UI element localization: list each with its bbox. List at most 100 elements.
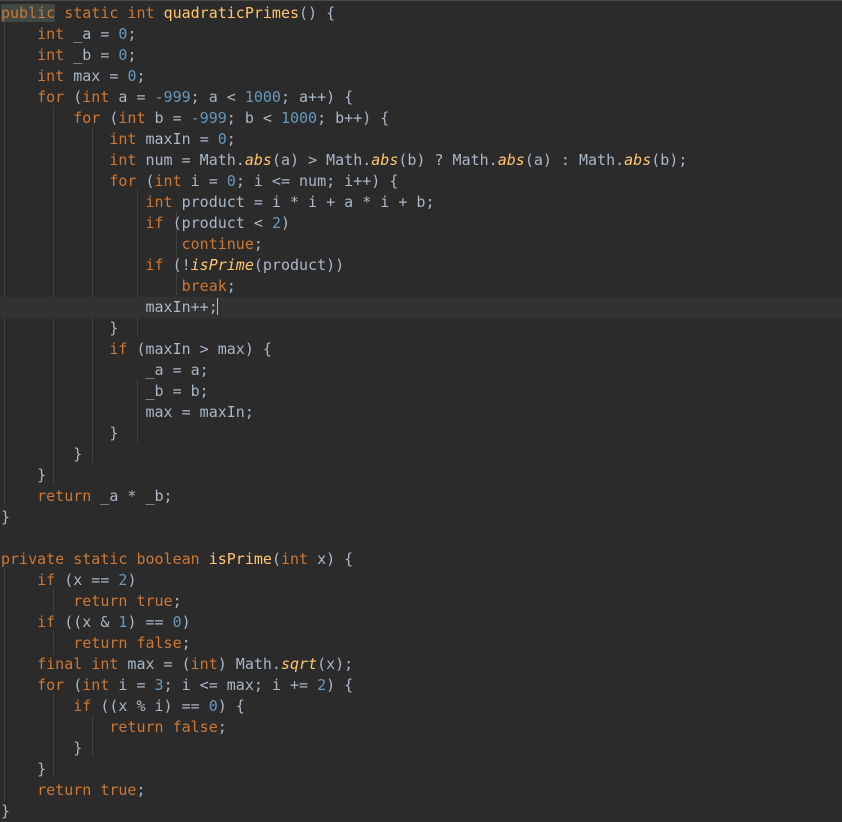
code-token: (a) : Math.: [524, 151, 625, 169]
selected-token: public: [1, 4, 56, 22]
code-token: ((x % i) ==: [91, 697, 209, 715]
code-line[interactable]: private static boolean isPrime(int x) {: [0, 549, 842, 570]
code-token: ;: [136, 781, 146, 799]
code-line[interactable]: }: [0, 423, 842, 444]
code-line[interactable]: }: [0, 738, 842, 759]
code-line[interactable]: _a = a;: [0, 360, 842, 381]
code-token: ;: [226, 277, 236, 295]
text-caret: [216, 298, 218, 315]
code-line[interactable]: for (int b = -999; b < 1000; b++) {: [0, 108, 842, 129]
code-token: _a = a;: [1, 361, 209, 379]
code-line[interactable]: return false;: [0, 633, 842, 654]
code-token: ; a++) {: [280, 88, 354, 106]
code-line[interactable]: if (x == 2): [0, 570, 842, 591]
code-line[interactable]: for (int i = 0; i <= num; i++) {: [0, 171, 842, 192]
code-token: isPrime: [208, 550, 272, 568]
code-token: }: [1, 760, 47, 778]
code-line[interactable]: int maxIn = 0;: [0, 129, 842, 150]
code-token: false: [172, 718, 218, 736]
code-line[interactable]: }: [0, 465, 842, 486]
code-token: maxIn: [136, 130, 200, 148]
code-token: false: [136, 634, 182, 652]
code-line[interactable]: if (maxIn > max) {: [0, 339, 842, 360]
code-token: ;: [136, 67, 146, 85]
code-token: ;: [181, 634, 191, 652]
code-line[interactable]: int product = i * i + a * i + b;: [0, 192, 842, 213]
code-token: (b);: [651, 151, 688, 169]
code-line[interactable]: }: [0, 318, 842, 339]
code-line[interactable]: return false;: [0, 717, 842, 738]
code-token: _b = b;: [1, 382, 209, 400]
code-token: (x ==: [55, 571, 119, 589]
code-line[interactable]: for (int a = -999; a < 1000; a++) {: [0, 87, 842, 108]
code-line[interactable]: if ((x % i) == 0) {: [0, 696, 842, 717]
code-line[interactable]: for (int i = 3; i <= max; i += 2) {: [0, 675, 842, 696]
code-editor[interactable]: public static int quadraticPrimes() { in…: [0, 0, 842, 822]
code-token: =: [109, 67, 128, 85]
code-line[interactable]: if (!isPrime(product)): [0, 255, 842, 276]
code-token: 0: [226, 172, 236, 190]
code-line[interactable]: break;: [0, 276, 842, 297]
code-line[interactable]: int _b = 0;: [0, 45, 842, 66]
code-token: int: [109, 151, 137, 169]
code-line[interactable]: [0, 528, 842, 549]
code-token: =: [100, 25, 119, 43]
code-line-current[interactable]: maxIn++;: [0, 297, 842, 318]
code-token: (: [100, 109, 119, 127]
code-token: max = (: [118, 655, 191, 673]
code-token: int: [280, 550, 309, 568]
code-token: int: [145, 193, 173, 211]
code-token: int: [190, 655, 218, 673]
code-line[interactable]: int _a = 0;: [0, 24, 842, 45]
code-token: for: [109, 172, 137, 190]
code-line[interactable]: _b = b;: [0, 381, 842, 402]
code-token: break: [181, 277, 227, 295]
code-line[interactable]: return true;: [0, 780, 842, 801]
code-token: _a: [64, 25, 101, 43]
code-line[interactable]: final int max = (int) Math.sqrt(x);: [0, 654, 842, 675]
code-token: continue: [181, 235, 254, 253]
code-token: max = maxIn;: [1, 403, 254, 421]
code-token: ;: [253, 235, 263, 253]
code-token: if: [37, 571, 56, 589]
code-line[interactable]: if (product < 2): [0, 213, 842, 234]
code-line[interactable]: int num = Math.abs(a) > Math.abs(b) ? Ma…: [0, 150, 842, 171]
code-token: int: [82, 676, 110, 694]
code-line[interactable]: int max = 0;: [0, 66, 842, 87]
code-token: return: [73, 592, 128, 610]
code-token: return: [73, 634, 128, 652]
code-token: ;: [172, 592, 182, 610]
code-line[interactable]: public static int quadraticPrimes() {: [0, 3, 842, 24]
code-line[interactable]: }: [0, 759, 842, 780]
code-content[interactable]: public static int quadraticPrimes() { in…: [0, 1, 842, 822]
code-token: num = Math.: [136, 151, 245, 169]
code-token: abs: [624, 151, 652, 169]
code-token: a =: [109, 88, 155, 106]
code-line[interactable]: max = maxIn;: [0, 402, 842, 423]
code-line[interactable]: return _a * _b;: [0, 486, 842, 507]
code-token: abs: [244, 151, 272, 169]
code-line[interactable]: }: [0, 507, 842, 528]
code-token: (b) ? Math.: [398, 151, 498, 169]
code-line[interactable]: }: [0, 801, 842, 822]
code-line[interactable]: if ((x & 1) == 0): [0, 612, 842, 633]
code-line[interactable]: }: [0, 444, 842, 465]
code-token: _b: [64, 46, 101, 64]
code-token: (x);: [317, 655, 354, 673]
code-line[interactable]: continue;: [0, 234, 842, 255]
code-token: int: [154, 172, 182, 190]
code-line[interactable]: return true;: [0, 591, 842, 612]
code-token: }: [1, 424, 119, 442]
